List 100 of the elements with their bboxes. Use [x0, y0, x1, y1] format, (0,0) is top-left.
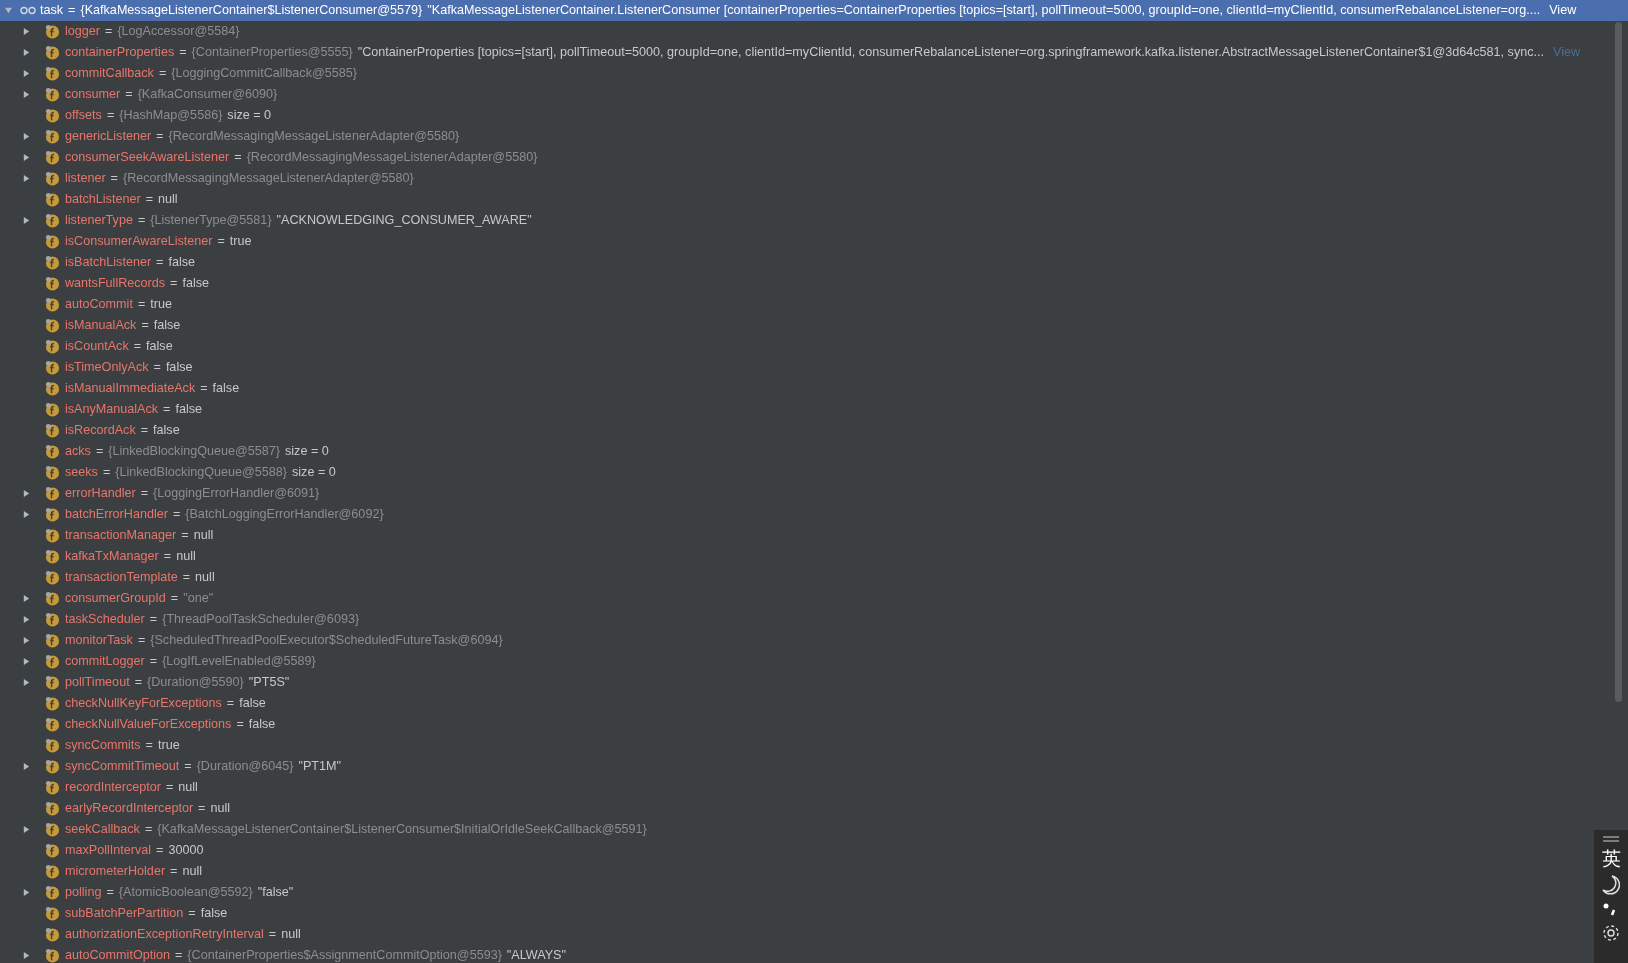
variable-row[interactable]: seekCallback = {KafkaMessageListenerContainer$ListenerConsumer$InitialOrIdleSeekCallback@5591} — [0, 819, 651, 840]
variable-value: "KafkaMessageListenerContainer.ListenerConsumer [containerProperties=ContainerProperties [topics=[start], pollTimeout=5000, groupId=one, clientId=myClientId, consumerRebalanceListener=org.... — [427, 2, 1541, 20]
field-icon — [45, 66, 60, 81]
field-icon — [45, 570, 60, 585]
variable-row[interactable]: errorHandler = {LoggingErrorHandler@6091} — [0, 483, 324, 504]
expand-arrow-icon[interactable] — [22, 825, 31, 834]
variable-row[interactable]: batchErrorHandler = {BatchLoggingErrorHandler@6092} — [0, 504, 388, 525]
variable-row[interactable]: taskScheduler = {ThreadPoolTaskScheduler@6093} — [0, 609, 364, 630]
variable-row[interactable]: commitCallback = {LoggingCommitCallback@5585} — [0, 63, 361, 84]
variable-row[interactable]: commitLogger = {LogIfLevelEnabled@5589} — [0, 651, 320, 672]
expand-arrow-icon[interactable] — [22, 90, 31, 99]
variable-row[interactable]: autoCommit = true — [0, 294, 176, 315]
variable-row[interactable]: acks = {LinkedBlockingQueue@5587} size = 0 — [0, 441, 333, 462]
expand-arrow-icon[interactable] — [22, 762, 31, 771]
variable-row[interactable]: pollTimeout = {Duration@5590} "PT5S" — [0, 672, 294, 693]
variable-row[interactable]: syncCommitTimeout = {Duration@6045} "PT1M" — [0, 756, 345, 777]
variable-row[interactable]: kafkaTxManager = null — [0, 546, 200, 567]
expand-arrow-icon[interactable] — [22, 216, 31, 225]
variable-row[interactable]: polling = {AtomicBoolean@5592} "false" — [0, 882, 298, 903]
expand-arrow-icon[interactable] — [22, 153, 31, 162]
field-icon — [45, 717, 60, 732]
variable-row[interactable]: isManualImmediateAck = false — [0, 378, 244, 399]
expand-arrow-icon[interactable] — [22, 48, 31, 57]
variable-row[interactable]: isManualAck = false — [0, 315, 185, 336]
variable-row[interactable]: recordInterceptor = null — [0, 777, 202, 798]
variable-row[interactable]: consumerSeekAwareListener = {RecordMessagingMessageListenerAdapter@5580} — [0, 147, 542, 168]
equals-sign: = — [188, 905, 196, 923]
variable-row[interactable]: consumerGroupId = "one" — [0, 588, 218, 609]
equals-sign: = — [163, 401, 171, 419]
equals-sign: = — [137, 296, 146, 314]
variable-row[interactable]: listenerType = {ListenerType@5581} "ACKNOWLEDGING_CONSUMER_AWARE" — [0, 210, 536, 231]
variable-value: "false" — [257, 884, 294, 902]
variable-row[interactable]: syncCommits = true — [0, 735, 184, 756]
variable-row[interactable]: subBatchPerPartition = false — [0, 903, 232, 924]
field-icon — [45, 360, 60, 375]
equals-sign: = — [158, 65, 167, 83]
variable-row[interactable]: earlyRecordInterceptor = null — [0, 798, 235, 819]
expand-arrow-icon[interactable] — [22, 489, 31, 498]
equals-sign: = — [165, 779, 174, 797]
settings-icon[interactable] — [1601, 923, 1621, 943]
expand-arrow-icon[interactable] — [22, 510, 31, 519]
variable-row[interactable]: consumer = {KafkaConsumer@6090} — [0, 84, 282, 105]
variable-row[interactable]: isBatchListener = false — [0, 252, 200, 273]
variable-row[interactable]: autoCommitOption = {ContainerProperties$AssignmentCommitOption@5593} "ALWAYS" — [0, 945, 570, 963]
field-icon — [45, 381, 60, 396]
view-link[interactable]: View — [1549, 1, 1577, 20]
equals-sign: = — [179, 44, 187, 62]
expand-arrow-icon[interactable] — [22, 888, 31, 897]
expand-arrow-icon[interactable] — [22, 174, 31, 183]
variable-name: batchListener — [65, 191, 141, 209]
variable-value: size = 0 — [227, 107, 272, 125]
expand-arrow-icon[interactable] — [22, 678, 31, 687]
expand-arrow-icon[interactable] — [22, 132, 31, 141]
variable-row[interactable]: isTimeOnlyAck = false — [0, 357, 197, 378]
object-reference: {LoggingCommitCallback@5585} — [171, 65, 357, 83]
variable-row[interactable]: offsets = {HashMap@5586} size = 0 — [0, 105, 276, 126]
variable-row[interactable]: monitorTask = {ScheduledThreadPoolExecutor$ScheduledFutureTask@6094} — [0, 630, 507, 651]
field-icon — [45, 108, 60, 123]
field-icon — [45, 507, 60, 522]
expand-arrow-icon[interactable] — [22, 594, 31, 603]
variable-row[interactable]: genericListener = {RecordMessagingMessageListenerAdapter@5580} — [0, 126, 464, 147]
variable-value: true — [157, 737, 180, 755]
variable-row[interactable]: micrometerHolder = null — [0, 861, 207, 882]
moon-icon[interactable] — [1602, 875, 1620, 895]
equals-sign: = — [198, 800, 206, 818]
object-reference: {ThreadPoolTaskScheduler@6093} — [162, 611, 360, 629]
variable-row[interactable]: authorizationExceptionRetryInterval = null — [0, 924, 305, 945]
expand-arrow-icon[interactable] — [22, 636, 31, 645]
field-icon — [45, 654, 60, 669]
object-reference: {Duration@5590} — [147, 674, 244, 692]
variable-row[interactable]: isAnyManualAck = false — [0, 399, 207, 420]
expand-arrow-icon[interactable] — [22, 615, 31, 624]
language-toggle[interactable]: 英 — [1601, 849, 1621, 868]
variable-row[interactable]: checkNullKeyForExceptions = false — [0, 693, 270, 714]
field-icon — [45, 423, 60, 438]
collapse-arrow-icon[interactable] — [4, 6, 13, 15]
variable-row[interactable]: batchListener = null — [0, 189, 182, 210]
variable-row[interactable]: transactionTemplate = null — [0, 567, 219, 588]
variable-row[interactable]: isConsumerAwareListener = true — [0, 231, 256, 252]
field-icon — [45, 906, 60, 921]
variable-row[interactable]: isRecordAck = false — [0, 420, 184, 441]
variable-row[interactable]: seeks = {LinkedBlockingQueue@5588} size = 0 — [0, 462, 340, 483]
scrollbar-thumb[interactable] — [1615, 22, 1622, 702]
expand-arrow-icon[interactable] — [22, 27, 31, 36]
variable-row[interactable]: wantsFullRecords = false — [0, 273, 214, 294]
expand-arrow-icon[interactable] — [22, 951, 31, 960]
variable-row[interactable]: logger = {LogAccessor@5584} — [0, 21, 244, 42]
variable-row[interactable]: transactionManager = null — [0, 525, 218, 546]
variable-row[interactable]: maxPollInterval = 30000 — [0, 840, 208, 861]
variable-row[interactable]: listener = {RecordMessagingMessageListenerAdapter@5580} — [0, 168, 418, 189]
equals-sign: = — [110, 170, 118, 188]
variable-row[interactable]: checkNullValueForExceptions = false — [0, 714, 280, 735]
variable-row[interactable]: isCountAck = false — [0, 336, 177, 357]
variable-name: monitorTask — [65, 632, 133, 650]
expand-arrow-icon[interactable] — [22, 657, 31, 666]
equals-sign: = — [163, 548, 172, 566]
variable-name: batchErrorHandler — [65, 506, 168, 524]
expand-arrow-icon[interactable] — [22, 69, 31, 78]
menu-icon[interactable] — [1602, 836, 1620, 842]
root-variable-row[interactable] — [0, 0, 1628, 21]
